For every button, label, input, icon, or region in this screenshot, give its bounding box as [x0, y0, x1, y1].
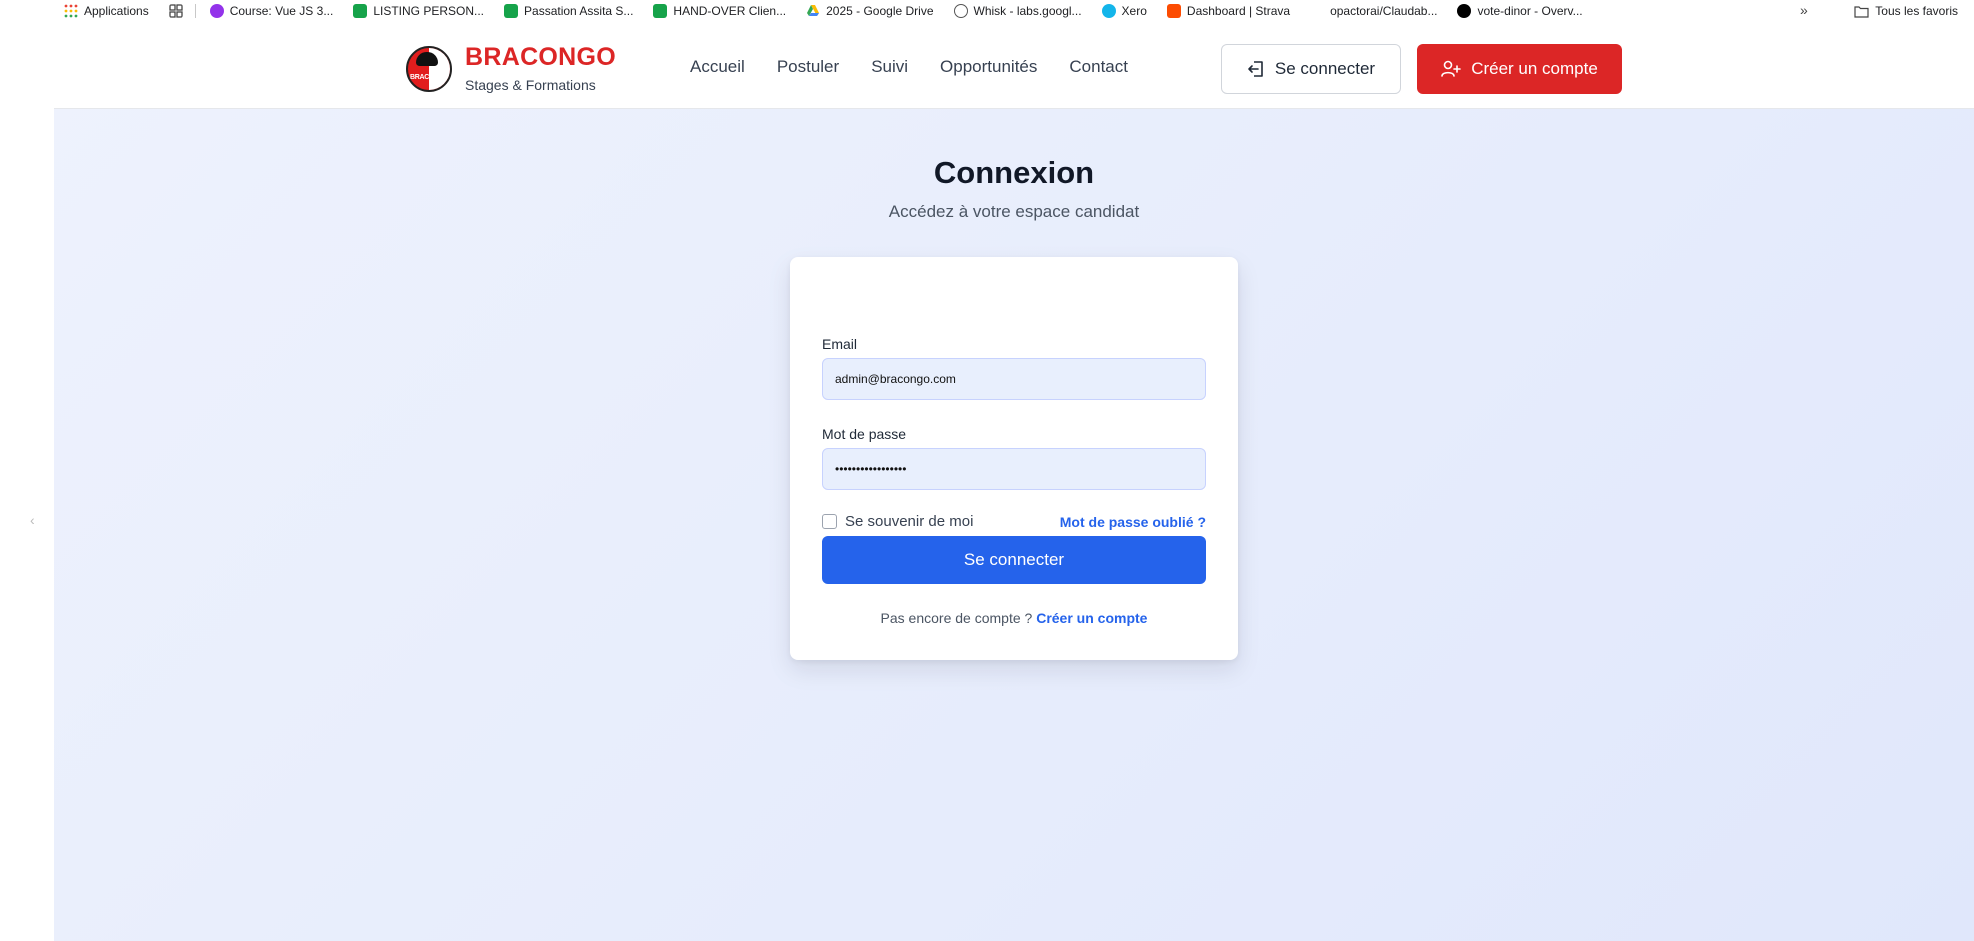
nav-opportunites[interactable]: Opportunités [940, 57, 1037, 77]
bracongo-logo[interactable]: BRACONGO [406, 46, 452, 92]
brand-name[interactable]: BRACONGO [465, 43, 616, 72]
course-icon [209, 4, 224, 18]
side-panel-strip: ‹ [0, 22, 54, 941]
email-label: Email [822, 336, 858, 352]
bookmark-label: HAND-OVER Clien... [673, 4, 787, 18]
bookmark-xero[interactable]: Xero [1101, 4, 1147, 18]
create-account-link[interactable]: Créer un compte [1036, 610, 1147, 626]
logo-text: BRACONGO [410, 74, 450, 81]
bookmark-label: opactorai/Claudab... [1330, 4, 1438, 18]
apps-grid-icon [64, 4, 78, 18]
bookmark-tab-groups[interactable] [169, 4, 189, 18]
bookmark-label: vote-dinor - Overv... [1477, 4, 1583, 18]
tab-groups-icon [169, 4, 183, 18]
side-panel-handle-icon[interactable]: ‹ [30, 512, 35, 528]
bookmark-listing-person[interactable]: LISTING PERSON... [353, 4, 484, 18]
login-card: Email Mot de passe Se souvenir de moi Mo… [790, 257, 1238, 660]
vercel-icon [1457, 4, 1472, 18]
remember-me-label: Se souvenir de moi [845, 513, 974, 530]
header-signup-button[interactable]: Créer un compte [1417, 44, 1622, 94]
page-title: Connexion [933, 155, 1095, 190]
bookmark-label: LISTING PERSON... [373, 4, 485, 18]
bookmark-vercel[interactable]: vote-dinor - Overv... [1457, 4, 1583, 18]
nav-contact[interactable]: Contact [1069, 57, 1128, 77]
xero-icon [1101, 4, 1116, 18]
forgot-password-link[interactable]: Mot de passe oublié ? [1060, 514, 1206, 530]
bookmark-whisk[interactable]: Whisk - labs.googl... [953, 4, 1082, 18]
brand-tagline: Stages & Formations [465, 77, 596, 93]
main-nav: Accueil Postuler Suivi Opportunités Cont… [690, 57, 1128, 77]
remember-me-checkbox[interactable] [822, 514, 837, 529]
bookmark-label: Course: Vue JS 3... [229, 4, 334, 18]
bookmark-google-drive[interactable]: 2025 - Google Drive [806, 4, 934, 18]
bookmark-label: Passation Assita S... [524, 4, 634, 18]
bookmark-label: Dashboard | Strava [1186, 4, 1291, 18]
page-subtitle: Accédez à votre espace candidat [888, 202, 1140, 221]
page: BRACONGO BRACONGO Stages & Formations Ac… [54, 22, 1974, 941]
site-header: BRACONGO BRACONGO Stages & Formations Ac… [54, 22, 1974, 109]
submit-login-button[interactable]: Se connecter [822, 536, 1206, 584]
github-icon [1310, 4, 1325, 18]
nav-accueil[interactable]: Accueil [690, 57, 745, 77]
strava-icon [1166, 4, 1181, 18]
bookmark-label: Whisk - labs.googl... [973, 4, 1082, 18]
email-field[interactable] [822, 358, 1206, 400]
bookmark-separator [194, 4, 196, 18]
sheets-icon [504, 4, 519, 18]
bookmark-all-favorites[interactable]: Tous les favoris [1854, 0, 1958, 22]
bookmark-course-vue[interactable]: Course: Vue JS 3... [209, 4, 334, 18]
bookmark-passation[interactable]: Passation Assita S... [504, 4, 633, 18]
no-account-text: Pas encore de compte ? [880, 610, 1033, 626]
all-favorites-label: Tous les favoris [1875, 4, 1958, 18]
nav-suivi[interactable]: Suivi [871, 57, 908, 77]
password-label: Mot de passe [822, 426, 907, 442]
more-bookmarks-chevron-icon[interactable]: » [1800, 2, 1808, 18]
bookmark-label: Xero [1121, 4, 1147, 18]
header-login-button[interactable]: Se connecter [1221, 44, 1401, 94]
user-plus-icon [1441, 60, 1461, 77]
bookmark-handover[interactable]: HAND-OVER Clien... [653, 4, 786, 18]
header-signup-label: Créer un compte [1471, 59, 1598, 78]
login-icon [1248, 61, 1263, 77]
whisk-icon [953, 4, 968, 18]
bookmark-strava[interactable]: Dashboard | Strava [1166, 4, 1291, 18]
bookmarks-bar: Applications Course: Vue JS 3... LISTING… [0, 0, 1974, 22]
nav-postuler[interactable]: Postuler [777, 57, 839, 77]
submit-login-label: Se connecter [963, 550, 1065, 569]
header-login-label: Se connecter [1274, 59, 1376, 78]
bookmark-label: 2025 - Google Drive [826, 4, 934, 18]
password-field[interactable] [822, 448, 1206, 490]
bookmark-github-claudable[interactable]: opactorai/Claudab... [1310, 4, 1437, 18]
bookmark-applications[interactable]: Applications [64, 4, 149, 18]
remember-me[interactable]: Se souvenir de moi [822, 513, 973, 530]
signup-prompt: Pas encore de compte ? Créer un compte [790, 610, 1238, 626]
drive-icon [807, 5, 820, 16]
sheets-icon [653, 4, 668, 18]
sheets-icon [353, 4, 368, 18]
folder-icon [1854, 5, 1869, 18]
bookmark-label: Applications [84, 4, 149, 18]
